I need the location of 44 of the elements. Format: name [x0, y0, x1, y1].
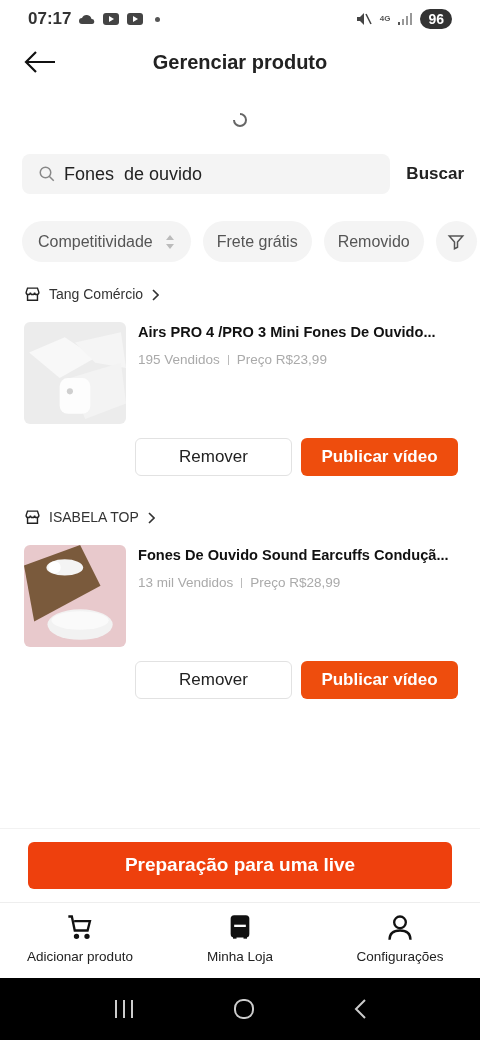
mute-icon: [355, 12, 372, 26]
nav-item[interactable]: Adicionar produto: [0, 913, 160, 968]
remove-button[interactable]: Remover: [135, 438, 292, 476]
video-icon: [103, 13, 120, 25]
filter-button[interactable]: [435, 221, 477, 262]
shop-icon: [24, 286, 41, 303]
filter-chip[interactable]: Frete grátis: [202, 221, 312, 262]
product-title: Fones De Ouvido Sound Earcuffs Conduçã...: [138, 546, 449, 565]
person-icon: [386, 913, 414, 942]
search-icon: [38, 165, 56, 183]
clock: 07:17: [28, 8, 72, 31]
page-title: Gerenciar produto: [152, 50, 328, 75]
price: Preço R$23,99: [236, 350, 327, 369]
filter-chip[interactable]: Removido: [323, 221, 424, 262]
back-icon[interactable]: [24, 51, 56, 73]
sort-chip[interactable]: Competitividade: [22, 221, 191, 262]
shop-name[interactable]: ISABELA TOP: [49, 507, 139, 528]
publish-video-button[interactable]: Publicar vídeo: [301, 661, 458, 699]
filter-icon: [447, 232, 466, 251]
loading-spinner: [232, 112, 248, 128]
search-button[interactable]: Buscar: [406, 161, 464, 187]
battery-badge: 96: [420, 9, 452, 29]
chevron-icon: [151, 288, 160, 301]
remove-button[interactable]: Remover: [135, 661, 292, 699]
publish-video-button[interactable]: Publicar vídeo: [301, 438, 458, 476]
sold-count: 13 mil Vendidos: [138, 573, 234, 592]
cart-icon: [66, 913, 94, 942]
shop-name[interactable]: Tang Comércio: [49, 284, 144, 305]
nav-item[interactable]: Minha Loja: [160, 913, 320, 968]
search-field[interactable]: Fones de ouvido: [22, 154, 391, 194]
network-label: 4G: [379, 15, 391, 23]
shop-icon: [24, 509, 41, 526]
live-button[interactable]: Preparação para uma live: [28, 842, 452, 889]
recents-icon[interactable]: [113, 999, 135, 1019]
price: Preço R$28,99: [250, 573, 341, 592]
sold-count: 195 Vendidos: [138, 350, 220, 369]
cloud-icon: [79, 14, 96, 24]
nav-item[interactable]: Configurações: [320, 913, 480, 968]
video-icon: [127, 13, 144, 25]
home-icon[interactable]: [233, 998, 255, 1020]
chevron-icon: [146, 511, 155, 524]
product-title: Airs PRO 4 /PRO 3 Mini Fones De Ouvido...: [138, 323, 436, 342]
signal-icon: [398, 13, 413, 25]
sort-icon: [164, 233, 175, 250]
